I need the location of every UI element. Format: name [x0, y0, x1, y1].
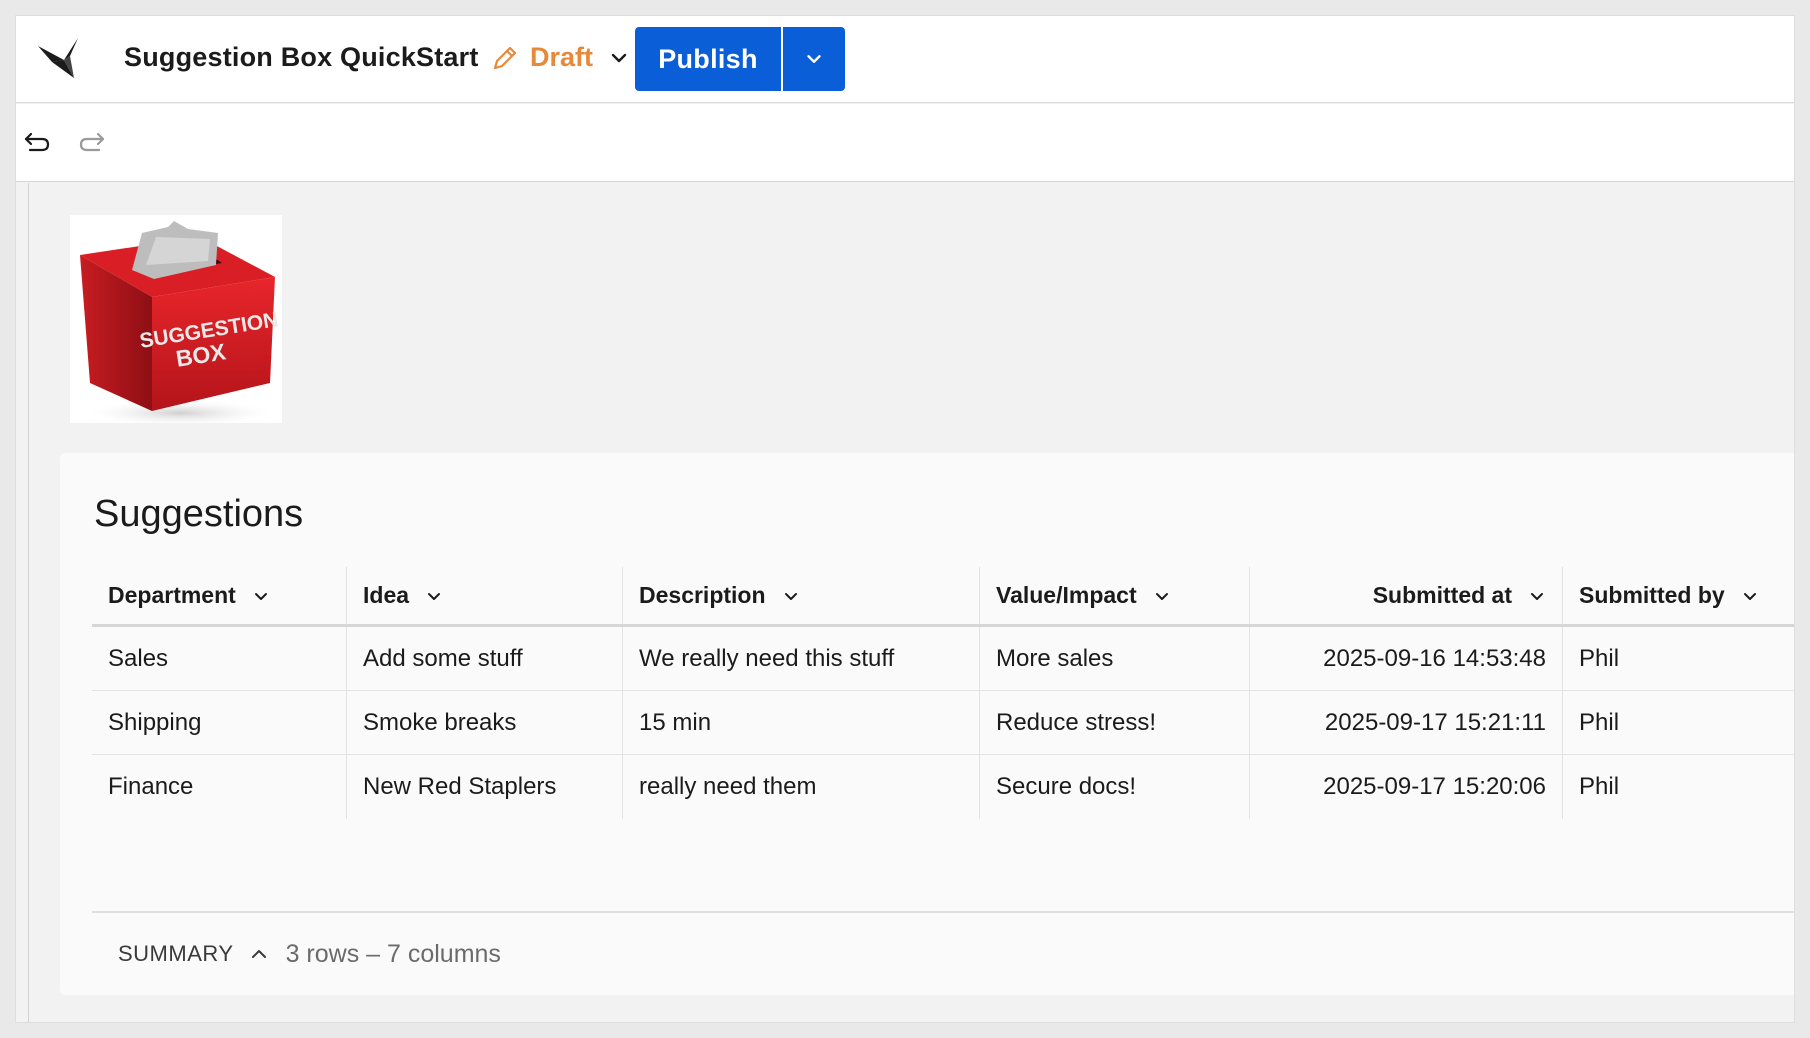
chevron-down-icon: [1155, 592, 1168, 600]
column-header-submitted-by[interactable]: Submitted by: [1563, 567, 1794, 624]
chevron-up-icon[interactable]: [248, 943, 270, 965]
table-cell[interactable]: We really need this stuff: [623, 627, 980, 690]
table-cell[interactable]: 2025-09-17 15:21:11: [1250, 691, 1563, 754]
publish-options-button[interactable]: [781, 27, 845, 91]
publish-button[interactable]: Publish: [635, 27, 781, 91]
pencil-icon: [493, 46, 517, 69]
column-header-description[interactable]: Description: [623, 567, 980, 624]
table-summary-bar: SUMMARY 3 rows – 7 columns: [92, 911, 1794, 995]
table-cell[interactable]: More sales: [980, 627, 1250, 690]
app-logo-icon[interactable]: [34, 34, 88, 82]
table-cell[interactable]: Shipping: [92, 691, 347, 754]
app-window: Suggestion Box QuickStart Draft Publish: [16, 16, 1794, 1022]
suggestions-table: Department Idea Description Value/Impact: [92, 567, 1794, 819]
table-cell[interactable]: Smoke breaks: [347, 691, 623, 754]
table-row[interactable]: Sales Add some stuff We really need this…: [92, 627, 1794, 691]
table-cell[interactable]: Finance: [92, 755, 347, 819]
column-header-idea[interactable]: Idea: [347, 567, 623, 624]
chevron-down-icon: [1531, 592, 1543, 600]
undo-icon: [24, 132, 50, 152]
table-cell[interactable]: New Red Staplers: [347, 755, 623, 819]
column-header-department[interactable]: Department: [92, 567, 347, 624]
summary-row-column-count: 3 rows – 7 columns: [285, 939, 501, 968]
publish-button-group: Publish: [635, 27, 845, 91]
undo-button[interactable]: [20, 127, 54, 157]
column-header-submitted-at[interactable]: Submitted at: [1250, 567, 1563, 624]
table-cell[interactable]: really need them: [623, 755, 980, 819]
table-cell[interactable]: Phil: [1563, 627, 1794, 690]
summary-label[interactable]: SUMMARY: [118, 941, 234, 967]
edit-toolbar: [16, 104, 1794, 182]
chevron-down-icon: [611, 53, 627, 62]
table-title[interactable]: Suggestions: [94, 493, 303, 536]
table-header-row: Department Idea Description Value/Impact: [92, 567, 1794, 627]
suggestions-table-card: Suggestions Department Idea Description: [60, 453, 1794, 995]
redo-button[interactable]: [75, 127, 109, 157]
workbook-canvas: SUGGESTION BOX Suggestions Department Id…: [16, 183, 1794, 1022]
table-cell[interactable]: 15 min: [623, 691, 980, 754]
draft-status-label: Draft: [530, 42, 594, 72]
table-cell[interactable]: Phil: [1563, 691, 1794, 754]
top-bar: Suggestion Box QuickStart Draft Publish: [16, 16, 1794, 103]
table-cell[interactable]: Phil: [1563, 755, 1794, 819]
table-cell[interactable]: 2025-09-17 15:20:06: [1250, 755, 1563, 819]
chevron-down-icon: [807, 55, 821, 63]
draft-status-dropdown[interactable]: Draft: [490, 42, 631, 73]
table-cell[interactable]: Reduce stress!: [980, 691, 1250, 754]
suggestion-box-image[interactable]: SUGGESTION BOX: [70, 215, 282, 423]
table-cell[interactable]: Add some stuff: [347, 627, 623, 690]
chevron-down-icon: [254, 592, 267, 600]
chevron-down-icon: [1743, 592, 1756, 600]
table-cell[interactable]: Sales: [92, 627, 347, 690]
chevron-down-icon: [428, 592, 441, 600]
table-cell[interactable]: Secure docs!: [980, 755, 1250, 819]
table-row[interactable]: Shipping Smoke breaks 15 min Reduce stre…: [92, 691, 1794, 755]
canvas-divider: [28, 183, 29, 1022]
table-row[interactable]: Finance New Red Staplers really need the…: [92, 755, 1794, 819]
table-cell[interactable]: 2025-09-16 14:53:48: [1250, 627, 1563, 690]
chevron-down-icon: [784, 592, 797, 600]
redo-icon: [79, 132, 105, 152]
column-header-value-impact[interactable]: Value/Impact: [980, 567, 1250, 624]
workbook-title[interactable]: Suggestion Box QuickStart: [124, 42, 479, 73]
